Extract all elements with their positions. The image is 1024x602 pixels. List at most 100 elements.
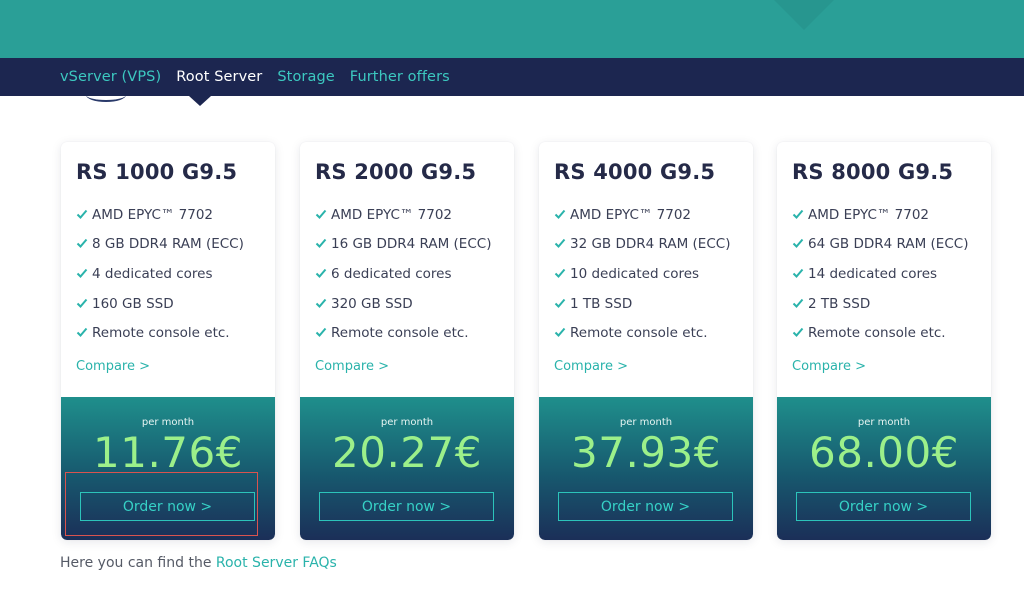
feature-item: AMD EPYC™ 7702: [315, 200, 491, 230]
compare-link[interactable]: Compare >: [76, 359, 150, 374]
check-icon: [554, 239, 566, 249]
feature-item: Remote console etc.: [315, 318, 491, 348]
product-nav: vServer (VPS) Root Server Storage Furthe…: [0, 58, 1024, 106]
feature-item: 14 dedicated cores: [792, 259, 968, 289]
feature-item: Remote console etc.: [554, 318, 730, 348]
tab-storage[interactable]: Storage: [277, 69, 334, 85]
check-icon: [792, 239, 804, 249]
price-value: 37.93€: [571, 428, 721, 477]
feature-list: AMD EPYC™ 7702 32 GB DDR4 RAM (ECC) 10 d…: [554, 200, 730, 348]
per-month-label: per month: [380, 417, 434, 428]
check-icon: [76, 298, 88, 308]
feature-item: 32 GB DDR4 RAM (ECC): [554, 230, 730, 260]
feature-item: 4 dedicated cores: [76, 259, 244, 289]
feature-text: AMD EPYC™ 7702: [92, 206, 214, 223]
feature-text: Remote console etc.: [808, 325, 946, 342]
faq-prefix: Here you can find the: [60, 555, 216, 571]
feature-text: 14 dedicated cores: [808, 265, 938, 282]
feature-item: AMD EPYC™ 7702: [792, 200, 968, 230]
price-panel: per month 20.27€ Order now >: [300, 397, 514, 540]
feature-text: 16 GB DDR4 RAM (ECC): [331, 236, 492, 253]
check-icon: [554, 268, 566, 278]
check-icon: [315, 298, 327, 308]
check-icon: [76, 239, 88, 249]
feature-list: AMD EPYC™ 7702 64 GB DDR4 RAM (ECC) 14 d…: [792, 200, 968, 348]
feature-item: AMD EPYC™ 7702: [76, 200, 244, 230]
price-panel: per month 37.93€ Order now >: [539, 397, 753, 540]
feature-text: AMD EPYC™ 7702: [331, 206, 453, 223]
check-icon: [554, 328, 566, 338]
feature-text: 8 GB DDR4 RAM (ECC): [92, 236, 244, 253]
feature-item: AMD EPYC™ 7702: [554, 200, 730, 230]
tab-root-server[interactable]: Root Server: [176, 69, 262, 85]
check-icon: [792, 328, 804, 338]
check-icon: [315, 239, 327, 249]
order-now-button[interactable]: Order now >: [319, 492, 494, 521]
feature-text: 32 GB DDR4 RAM (ECC): [570, 236, 731, 253]
compare-link[interactable]: Compare >: [554, 359, 628, 374]
price-value: 20.27€: [332, 428, 482, 477]
feature-item: 16 GB DDR4 RAM (ECC): [315, 230, 491, 260]
order-now-button[interactable]: Order now >: [558, 492, 733, 521]
banner-notch: [770, 0, 838, 30]
feature-item: 2 TB SSD: [792, 289, 968, 319]
tab-further-offers[interactable]: Further offers: [350, 69, 450, 85]
feature-item: Remote console etc.: [76, 318, 244, 348]
check-icon: [315, 268, 327, 278]
feature-item: Remote console etc.: [792, 318, 968, 348]
check-icon: [76, 268, 88, 278]
compare-link[interactable]: Compare >: [792, 359, 866, 374]
feature-text: Remote console etc.: [92, 325, 230, 342]
plan-title: RS 4000 G9.5: [554, 160, 716, 184]
feature-text: 4 dedicated cores: [92, 265, 213, 282]
feature-item: 8 GB DDR4 RAM (ECC): [76, 230, 244, 260]
per-month-label: per month: [857, 417, 911, 428]
feature-list: AMD EPYC™ 7702 8 GB DDR4 RAM (ECC) 4 ded…: [76, 200, 244, 348]
check-icon: [554, 209, 566, 219]
feature-text: 160 GB SSD: [92, 295, 174, 312]
check-icon: [792, 298, 804, 308]
tab-vserver[interactable]: vServer (VPS): [60, 69, 161, 85]
active-tab-indicator: [189, 96, 211, 106]
feature-item: 320 GB SSD: [315, 289, 491, 319]
feature-item: 1 TB SSD: [554, 289, 730, 319]
nav-tabs: vServer (VPS) Root Server Storage Furthe…: [60, 58, 465, 96]
compare-link[interactable]: Compare >: [315, 359, 389, 374]
feature-text: 6 dedicated cores: [331, 265, 452, 282]
check-icon: [792, 268, 804, 278]
feature-text: 10 dedicated cores: [570, 265, 700, 282]
feature-text: 1 TB SSD: [570, 295, 633, 312]
per-month-label: per month: [141, 417, 195, 428]
check-icon: [554, 298, 566, 308]
order-now-button[interactable]: Order now >: [796, 492, 971, 521]
check-icon: [315, 209, 327, 219]
plan-card-rs-2000: RS 2000 G9.5 AMD EPYC™ 7702 16 GB DDR4 R…: [300, 142, 514, 540]
feature-text: Remote console etc.: [331, 325, 469, 342]
check-icon: [76, 328, 88, 338]
check-icon: [76, 209, 88, 219]
price-panel: per month 68.00€ Order now >: [777, 397, 991, 540]
feature-text: 2 TB SSD: [808, 295, 871, 312]
plan-title: RS 2000 G9.5: [315, 160, 477, 184]
feature-text: AMD EPYC™ 7702: [570, 206, 692, 223]
check-icon: [315, 328, 327, 338]
price-value: 11.76€: [93, 428, 243, 477]
feature-item: 64 GB DDR4 RAM (ECC): [792, 230, 968, 260]
faq-note: Here you can find the Root Server FAQs: [60, 555, 337, 571]
feature-list: AMD EPYC™ 7702 16 GB DDR4 RAM (ECC) 6 de…: [315, 200, 491, 348]
feature-item: 160 GB SSD: [76, 289, 244, 319]
faq-link[interactable]: Root Server FAQs: [216, 555, 337, 571]
feature-text: 320 GB SSD: [331, 295, 413, 312]
feature-item: 6 dedicated cores: [315, 259, 491, 289]
highlight-box: [65, 472, 258, 536]
feature-item: 10 dedicated cores: [554, 259, 730, 289]
per-month-label: per month: [619, 417, 673, 428]
check-icon: [792, 209, 804, 219]
plan-card-rs-4000: RS 4000 G9.5 AMD EPYC™ 7702 32 GB DDR4 R…: [539, 142, 753, 540]
plan-card-rs-8000: RS 8000 G9.5 AMD EPYC™ 7702 64 GB DDR4 R…: [777, 142, 991, 540]
feature-text: AMD EPYC™ 7702: [808, 206, 930, 223]
plan-title: RS 8000 G9.5: [792, 160, 954, 184]
feature-text: Remote console etc.: [570, 325, 708, 342]
top-banner: [0, 0, 1024, 58]
price-value: 68.00€: [809, 428, 959, 477]
